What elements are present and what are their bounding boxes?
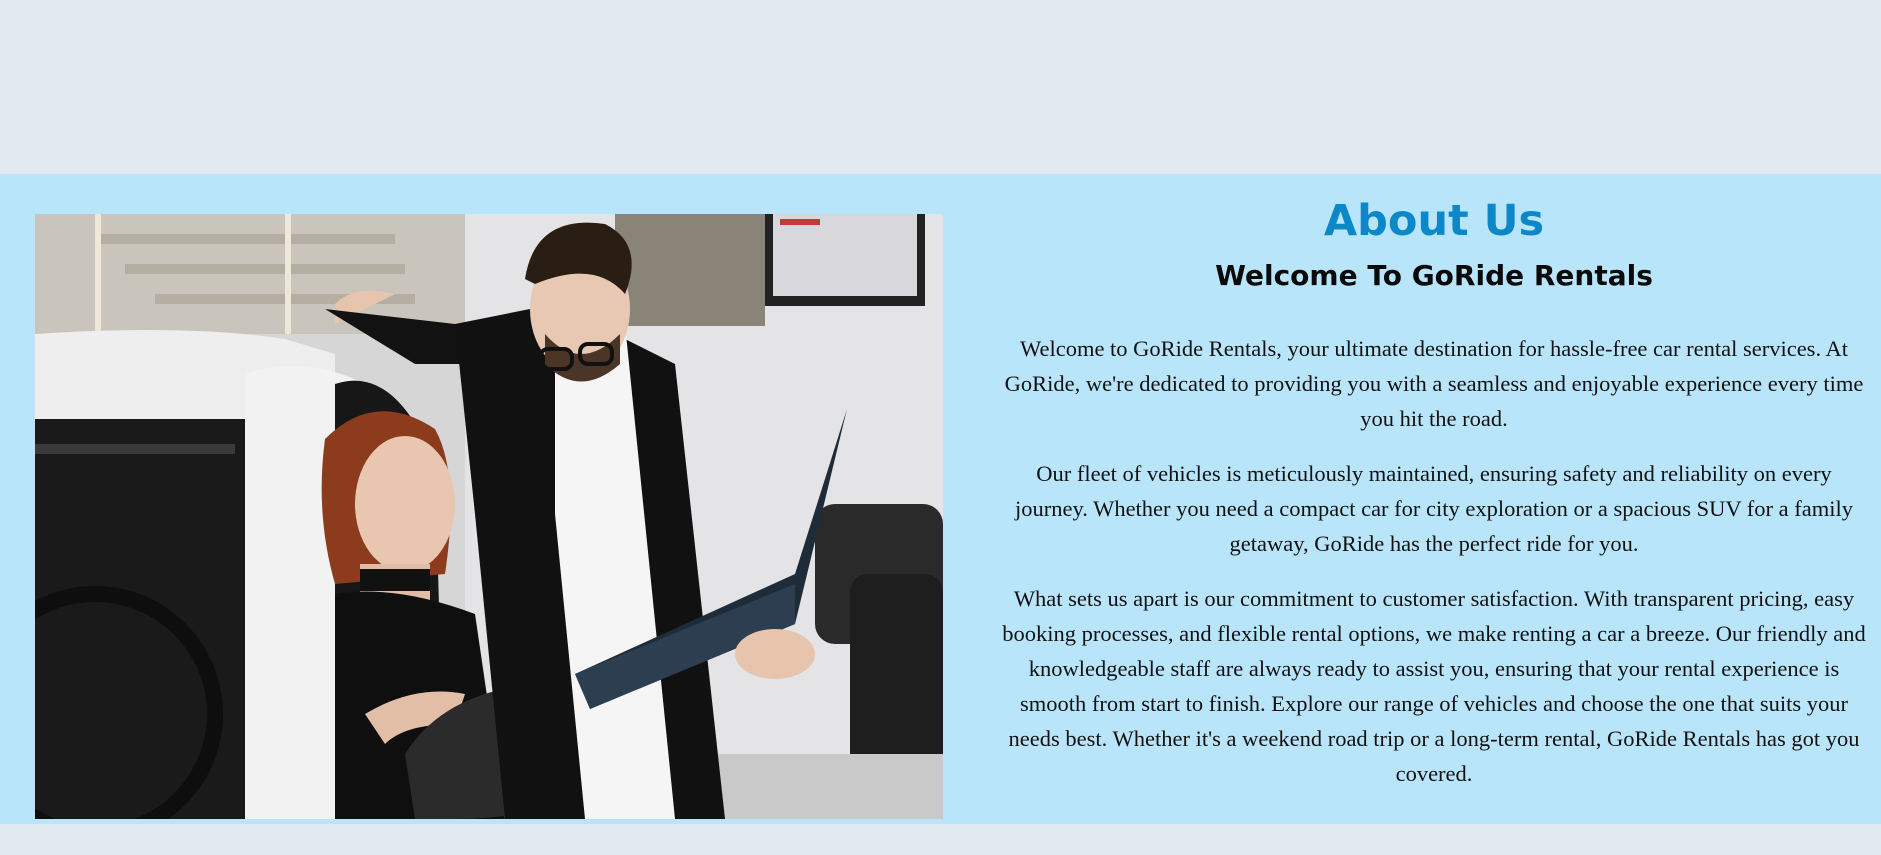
about-paragraph-intro: Welcome to GoRide Rentals, your ultimate… bbox=[1004, 336, 1864, 431]
car-dealership-photo-icon bbox=[35, 214, 943, 819]
about-paragraph-fleet: Our fleet of vehicles is meticulously ma… bbox=[1014, 461, 1854, 556]
about-title: About Us bbox=[1323, 196, 1545, 246]
about-subtitle: Welcome To GoRide Rentals bbox=[1215, 259, 1653, 292]
about-photo bbox=[35, 214, 943, 819]
about-content: About Us Welcome To GoRide Rentals Welco… bbox=[1000, 194, 1868, 791]
about-section: About Us Welcome To GoRide Rentals Welco… bbox=[0, 174, 1881, 824]
about-paragraph-commitment: What sets us apart is our commitment to … bbox=[1002, 586, 1866, 786]
